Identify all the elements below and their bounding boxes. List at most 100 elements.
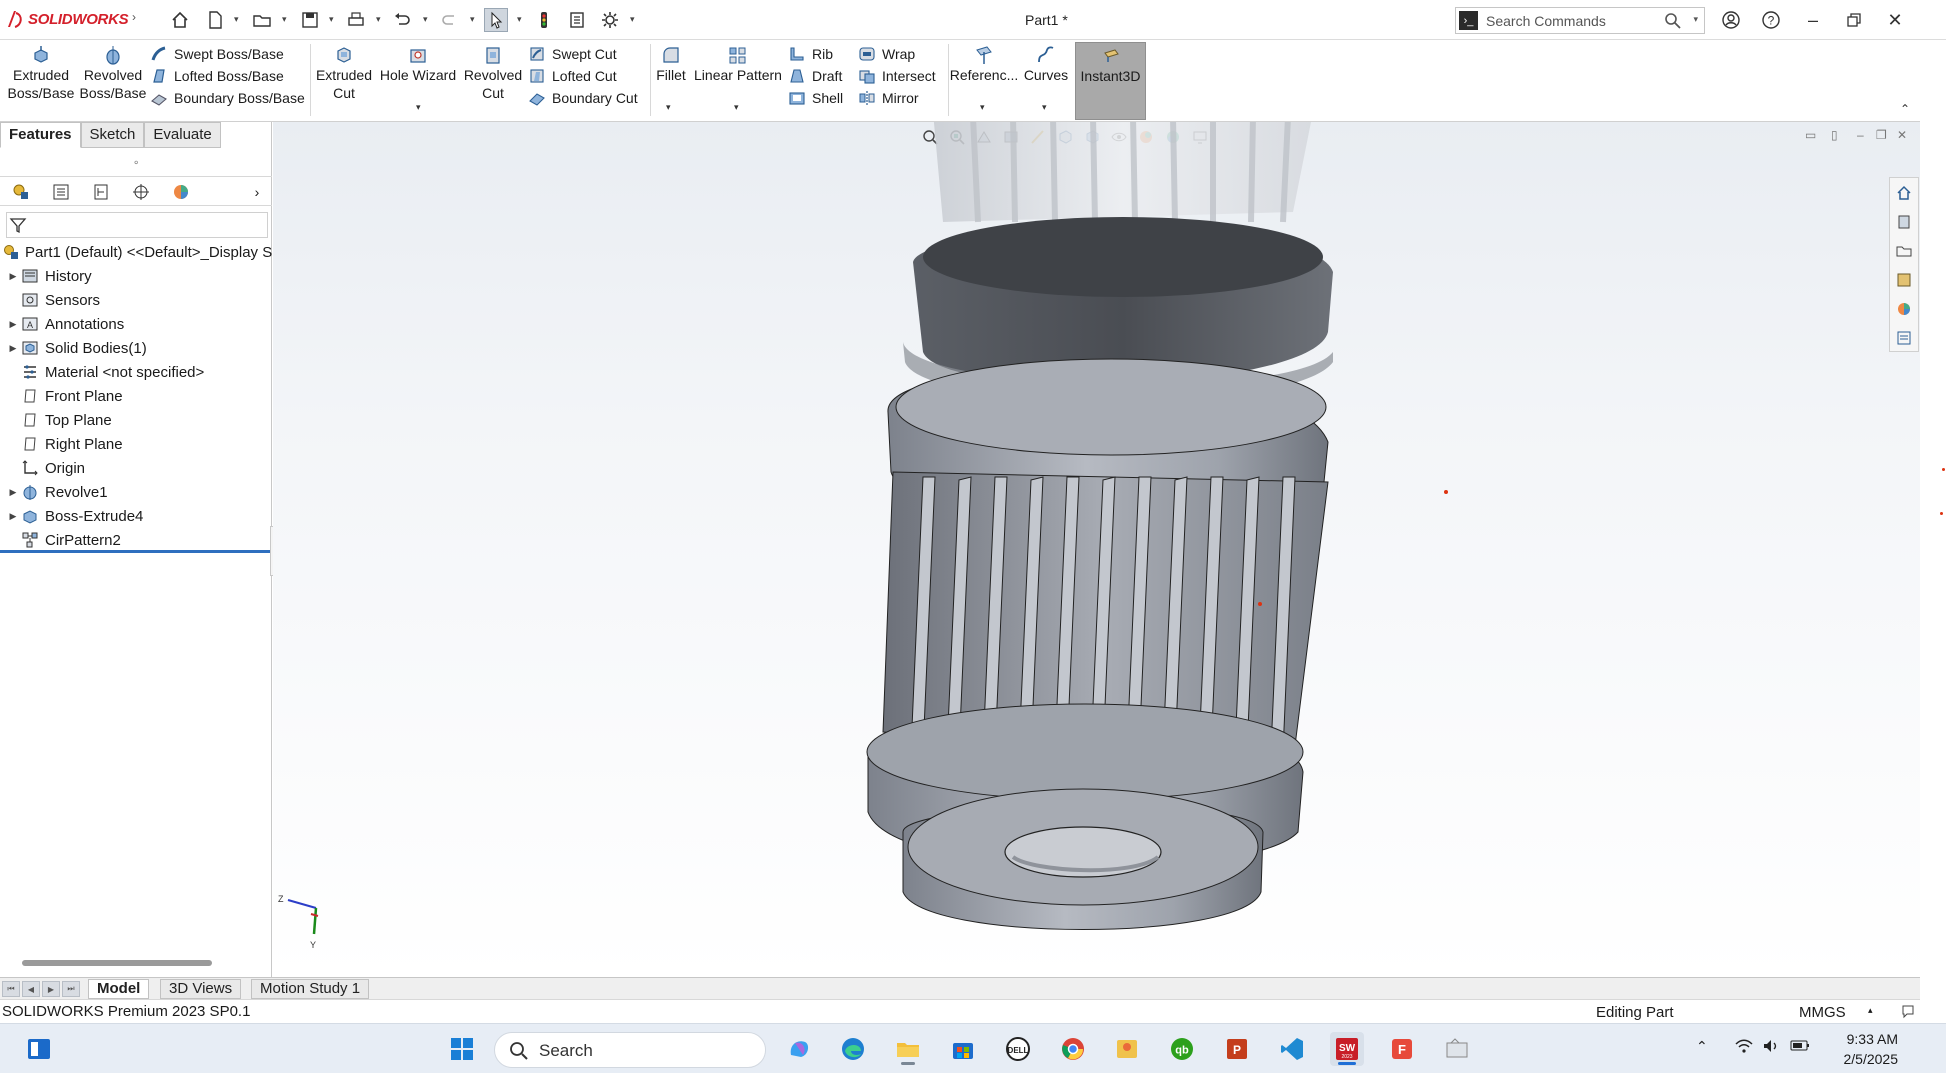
boundary-cut-button[interactable]: Boundary Cut [528, 87, 638, 109]
volume-icon[interactable] [1762, 1038, 1780, 1057]
collapse-ribbon-icon[interactable]: ⌃ [1900, 102, 1910, 116]
lofted-cut-button[interactable]: Lofted Cut [528, 65, 617, 87]
property-manager-tab-icon[interactable] [48, 181, 74, 203]
search-commands-input[interactable] [1486, 11, 1666, 31]
pulley-3d-model[interactable] [773, 122, 1573, 952]
new-document-icon[interactable] [203, 8, 227, 32]
search-icon[interactable] [1664, 12, 1682, 30]
design-library-icon[interactable] [1890, 207, 1918, 236]
tree-node[interactable]: Top Plane [0, 408, 272, 432]
feedback-hub-icon[interactable]: F [1385, 1032, 1419, 1066]
widgets-icon[interactable] [22, 1032, 56, 1066]
solidworks-resources-icon[interactable] [1890, 178, 1918, 207]
panel-horizontal-scrollbar[interactable] [22, 960, 212, 966]
account-icon[interactable] [1718, 8, 1744, 32]
fillet-button[interactable]: Fillet [652, 44, 690, 84]
open-folder-icon[interactable] [250, 8, 274, 32]
undo-icon[interactable] [390, 8, 414, 32]
reference-dropdown-icon[interactable]: ▾ [980, 102, 985, 113]
curves-dropdown-icon[interactable]: ▾ [1042, 102, 1047, 113]
viewport-restore-icon[interactable]: ❐ [1876, 128, 1887, 142]
expand-arrow-icon[interactable]: ▶ [6, 319, 20, 330]
intersect-button[interactable]: Intersect [858, 65, 936, 87]
file-explorer-taskbar-icon[interactable] [891, 1032, 925, 1066]
linear-pattern-dropdown-icon[interactable]: ▾ [734, 102, 739, 113]
edge-browser-icon[interactable] [836, 1032, 870, 1066]
tree-node[interactable]: Front Plane [0, 384, 272, 408]
unit-system[interactable]: MMGS [1799, 1004, 1846, 1021]
viewport-tile-icon[interactable]: ▭ [1805, 128, 1816, 142]
tree-node[interactable]: CirPattern2 [0, 528, 272, 552]
minimize-icon[interactable]: – [1800, 8, 1826, 32]
copilot-icon[interactable] [782, 1032, 816, 1066]
tab-model[interactable]: Model [88, 979, 150, 999]
fillet-dropdown-icon[interactable]: ▾ [666, 102, 671, 113]
tree-node[interactable]: Material <not specified> [0, 360, 272, 384]
tree-node[interactable]: Part1 (Default) <<Default>_Display S [0, 240, 272, 264]
tree-node[interactable]: ▶ Solid Bodies(1) [0, 336, 272, 360]
dimxpert-manager-tab-icon[interactable] [128, 181, 154, 203]
tree-node[interactable]: Right Plane [0, 432, 272, 456]
extruded-boss-button[interactable]: Extruded Boss/Base [8, 44, 74, 102]
reference-geometry-button[interactable]: Referenc... [950, 44, 1018, 84]
panel-expand-icon[interactable]: › [244, 181, 270, 203]
tree-node[interactable]: Origin [0, 456, 272, 480]
viewport-close-icon[interactable]: ✕ [1897, 128, 1907, 142]
wifi-icon[interactable] [1734, 1038, 1754, 1057]
close-icon[interactable]: ✕ [1882, 8, 1908, 32]
tree-node[interactable]: ▶ History [0, 264, 272, 288]
print-dropdown-icon[interactable]: ▾ [376, 14, 381, 25]
file-properties-icon[interactable] [565, 8, 589, 32]
expand-arrow-icon[interactable]: ▶ [6, 271, 20, 282]
powerpoint-icon[interactable]: P [1220, 1032, 1254, 1066]
boundary-boss-button[interactable]: Boundary Boss/Base [150, 87, 305, 109]
tree-node[interactable]: ▶ A Annotations [0, 312, 272, 336]
expand-arrow-icon[interactable]: ▶ [6, 343, 20, 354]
chrome-icon[interactable] [1056, 1032, 1090, 1066]
file-explorer-icon[interactable] [1890, 236, 1918, 265]
solidworks-logo[interactable]: SOLIDWORKS [6, 9, 129, 29]
select-dropdown-icon[interactable]: ▾ [517, 14, 522, 25]
tab-evaluate[interactable]: Evaluate [144, 122, 221, 148]
status-help-icon[interactable] [1900, 1003, 1916, 1023]
display-manager-tab-icon[interactable] [168, 181, 194, 203]
shell-button[interactable]: Shell [788, 87, 843, 109]
tree-node[interactable]: ▶ Boss-Extrude4 [0, 504, 272, 528]
tab-features[interactable]: Features [0, 122, 81, 148]
viewport-minimize-icon[interactable]: – [1857, 128, 1864, 142]
mirror-button[interactable]: Mirror [858, 87, 919, 109]
tree-node[interactable]: ▶ Revolve1 [0, 480, 272, 504]
tree-node[interactable]: Sensors [0, 288, 272, 312]
swept-boss-button[interactable]: Swept Boss/Base [150, 43, 284, 65]
search-commands-box[interactable]: ›_ ▾ [1455, 7, 1705, 34]
expand-arrow-icon[interactable]: ▶ [6, 511, 20, 522]
hole-wizard-button[interactable]: Hole Wizard [378, 44, 458, 84]
help-icon[interactable]: ? [1758, 8, 1784, 32]
save-icon[interactable] [298, 8, 322, 32]
solidworks-taskbar-icon[interactable]: SW 2023 [1330, 1032, 1364, 1066]
prev-tab-icon[interactable]: ◀ [22, 981, 40, 997]
viewport-split-icon[interactable]: ▯ [1831, 128, 1838, 142]
linear-pattern-button[interactable]: Linear Pattern [692, 44, 784, 84]
graphics-area[interactable]: ▭ ▯ – ❐ ✕ Z Y [273, 122, 1920, 977]
first-tab-icon[interactable]: ⏮ [2, 981, 20, 997]
taskbar-search-box[interactable]: Search [494, 1032, 766, 1068]
rib-button[interactable]: Rib [788, 43, 833, 65]
rebuild-traffic-light-icon[interactable] [532, 8, 556, 32]
unit-system-dropdown-icon[interactable]: ▴ [1868, 1005, 1873, 1016]
dell-icon[interactable]: DELL [1001, 1032, 1035, 1066]
hole-wizard-dropdown-icon[interactable]: ▾ [416, 102, 421, 113]
expand-arrow-icon[interactable]: ▶ [6, 487, 20, 498]
show-hidden-icons-icon[interactable]: ⌃ [1696, 1038, 1708, 1055]
options-gear-icon[interactable] [598, 8, 622, 32]
search-dropdown-icon[interactable]: ▾ [1693, 14, 1698, 25]
taskbar-clock[interactable]: 9:33 AM 2/5/2025 [1830, 1029, 1899, 1069]
select-pointer-icon[interactable] [484, 8, 508, 32]
rollback-bar[interactable] [0, 550, 270, 553]
restore-icon[interactable] [1841, 8, 1867, 32]
revolved-cut-button[interactable]: Revolved Cut [462, 44, 524, 102]
panel-grip-icon[interactable]: ⚬ [132, 158, 140, 169]
last-tab-icon[interactable]: ⏭ [62, 981, 80, 997]
windows-start-icon[interactable] [445, 1032, 479, 1066]
feature-manager-tab-icon[interactable] [8, 181, 34, 203]
